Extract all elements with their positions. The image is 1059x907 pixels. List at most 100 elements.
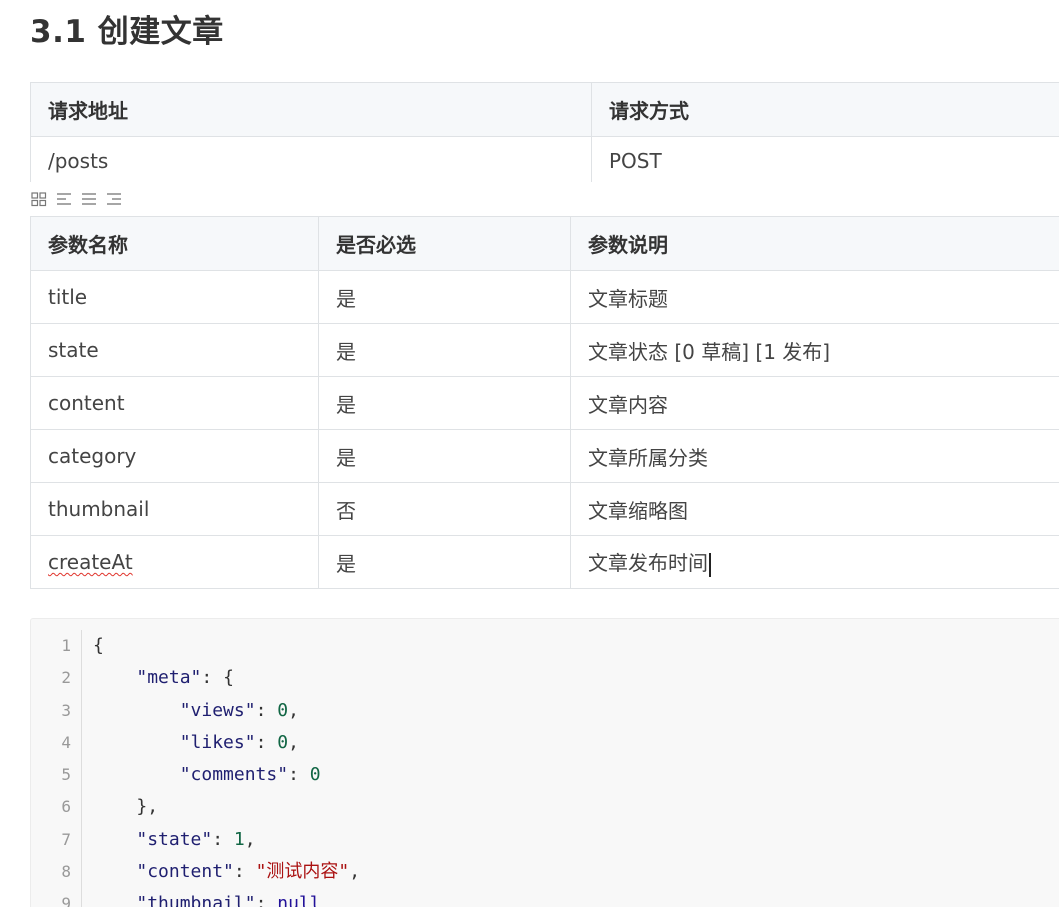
table-row: title 是 文章标题 [30, 270, 1059, 324]
code-separator: : [201, 667, 224, 689]
param-description-cell[interactable]: 文章发布时间 [570, 535, 1059, 589]
code-key: "thumbnail" [136, 893, 256, 907]
align-center-icon[interactable] [80, 190, 98, 208]
request-method-cell[interactable]: POST [591, 136, 1059, 182]
line-number: 8 [61, 862, 71, 882]
code-line: "views": 0, [93, 695, 360, 727]
code-line: "state": 1, [93, 824, 360, 856]
param-description-cell[interactable]: 文章状态 [0 草稿] [1 发布] [570, 323, 1059, 377]
text-cursor [709, 552, 711, 577]
line-number-gutter: 1 2 3 4 5 6 7 8 9 [31, 630, 82, 907]
code-key: "comments" [179, 764, 289, 786]
table-row: createAt 是 文章发布时间 [30, 535, 1059, 589]
table-toolbar [30, 188, 123, 210]
param-name-cell[interactable]: content [30, 376, 319, 430]
code-separator: : [288, 764, 310, 786]
code-key: "views" [179, 699, 256, 721]
header-description[interactable]: 参数说明 [570, 216, 1059, 271]
header-param-name[interactable]: 参数名称 [30, 216, 319, 271]
description-text: 文章发布时间 [588, 551, 708, 576]
param-name-cell[interactable]: title [30, 270, 319, 324]
code-line: "meta": { [93, 662, 360, 694]
param-required-cell[interactable]: 否 [318, 482, 571, 536]
header-request-method[interactable]: 请求方式 [591, 82, 1059, 137]
table-row: thumbnail 否 文章缩略图 [30, 482, 1059, 536]
line-number: 6 [61, 797, 71, 817]
code-separator: : [255, 893, 278, 907]
code-line: }, [93, 791, 360, 823]
code-line: { [93, 630, 360, 662]
request-info-table: 请求地址 请求方式 /posts POST [30, 82, 1059, 182]
code-value: "测试内容" [255, 861, 350, 883]
line-number: 7 [61, 829, 71, 849]
code-key: "likes" [179, 731, 256, 753]
code-punctuation: , [244, 828, 256, 850]
param-required-cell[interactable]: 是 [318, 535, 571, 589]
code-punctuation: , [288, 731, 299, 753]
code-punctuation: }, [136, 796, 159, 818]
code-line: "thumbnail": null [93, 888, 360, 907]
param-required-cell[interactable]: 是 [318, 323, 571, 377]
code-line: "comments": 0 [93, 759, 360, 791]
spellcheck-word: createAt [48, 550, 133, 574]
code-punctuation: , [349, 861, 361, 883]
param-name-cell[interactable]: createAt [30, 535, 319, 589]
document-page: 3.1 创建文章 请求地址 请求方式 /posts POST 参数名称 是否必选… [0, 0, 1059, 907]
param-description-cell[interactable]: 文章标题 [570, 270, 1059, 324]
header-required[interactable]: 是否必选 [318, 216, 571, 271]
table-row: content 是 文章内容 [30, 376, 1059, 430]
code-punctuation: { [223, 667, 234, 689]
request-url-cell[interactable]: /posts [30, 136, 592, 182]
code-value: null [277, 893, 321, 907]
code-key: "content" [136, 861, 234, 883]
header-request-url[interactable]: 请求地址 [30, 82, 592, 137]
table-row: category 是 文章所属分类 [30, 429, 1059, 483]
table-row: /posts POST [30, 136, 1059, 182]
code-punctuation: { [93, 635, 104, 656]
line-number: 3 [61, 700, 71, 720]
code-separator: : [212, 828, 234, 850]
align-left-icon[interactable] [55, 190, 73, 208]
code-value: 1 [233, 828, 245, 850]
param-name-cell[interactable]: state [30, 323, 319, 377]
param-required-cell[interactable]: 是 [318, 429, 571, 483]
param-name-cell[interactable]: category [30, 429, 319, 483]
line-number: 2 [61, 668, 71, 688]
code-punctuation: , [288, 699, 299, 721]
code-content[interactable]: { "meta": { "views": 0, "likes": 0, "com… [93, 630, 360, 907]
align-right-icon[interactable] [105, 190, 123, 208]
param-description-cell[interactable]: 文章内容 [570, 376, 1059, 430]
line-number: 1 [61, 636, 71, 655]
code-key: "meta" [136, 667, 202, 689]
code-separator: : [233, 861, 256, 883]
table-row: state 是 文章状态 [0 草稿] [1 发布] [30, 323, 1059, 377]
code-value: 0 [309, 764, 321, 786]
code-block[interactable]: 1 2 3 4 5 6 7 8 9 { "meta": { "views": 0, "likes… [30, 618, 1059, 907]
code-line: "likes": 0, [93, 727, 360, 759]
param-required-cell[interactable]: 是 [318, 270, 571, 324]
table-icon[interactable] [30, 190, 48, 208]
param-description-cell[interactable]: 文章缩略图 [570, 482, 1059, 536]
params-table: 参数名称 是否必选 参数说明 title 是 文章标题 state 是 文章状态… [30, 216, 1059, 589]
line-number: 4 [61, 732, 71, 752]
code-key: "state" [136, 828, 213, 850]
table-header-row: 参数名称 是否必选 参数说明 [30, 216, 1059, 271]
code-value: 0 [277, 699, 289, 721]
param-required-cell[interactable]: 是 [318, 376, 571, 430]
param-description-cell[interactable]: 文章所属分类 [570, 429, 1059, 483]
table-header-row: 请求地址 请求方式 [30, 82, 1059, 137]
line-number: 9 [61, 894, 71, 907]
param-name-cell[interactable]: thumbnail [30, 482, 319, 536]
code-line: "content": "测试内容", [93, 856, 360, 888]
code-separator: : [255, 731, 278, 753]
line-number: 5 [61, 765, 71, 785]
code-separator: : [255, 699, 278, 721]
